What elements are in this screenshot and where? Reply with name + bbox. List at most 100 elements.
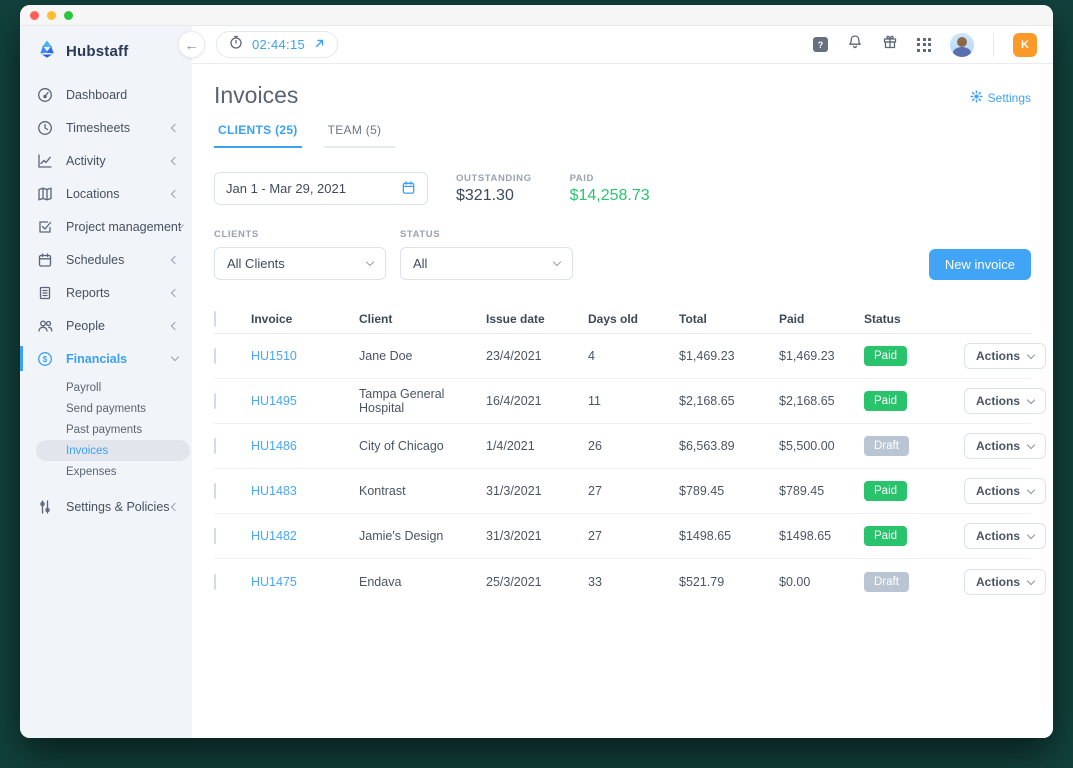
- paid-summary: PAID $14,258.73: [570, 173, 650, 205]
- sidebar-item-schedules[interactable]: Schedules: [20, 243, 192, 276]
- sidebar-item-people[interactable]: People: [20, 309, 192, 342]
- sidebar-item-financials[interactable]: $ Financials: [20, 342, 192, 375]
- table-row: HU1483 Kontrast 31/3/2021 27 $789.45 $78…: [214, 469, 1031, 514]
- gift-icon[interactable]: [882, 34, 898, 55]
- task-check-icon: [37, 219, 53, 235]
- sidebar-subitem-send-payments[interactable]: Send payments: [20, 398, 192, 419]
- new-invoice-button[interactable]: New invoice: [929, 249, 1031, 280]
- invoice-settings-link[interactable]: Settings: [970, 90, 1031, 106]
- brand-logo[interactable]: Hubstaff: [20, 26, 192, 64]
- sidebar-item-locations[interactable]: Locations: [20, 177, 192, 210]
- status-badge: Paid: [864, 391, 907, 411]
- clients-filter: CLIENTS All Clients: [214, 229, 386, 280]
- sidebar-item-settings-policies[interactable]: Settings & Policies: [20, 490, 192, 523]
- invoice-link[interactable]: HU1482: [251, 529, 359, 543]
- chevron-left-icon: [171, 156, 179, 164]
- invoice-link[interactable]: HU1510: [251, 349, 359, 363]
- invoice-link[interactable]: HU1495: [251, 394, 359, 408]
- timer-value: 02:44:15: [252, 37, 305, 52]
- people-icon: [37, 318, 53, 334]
- open-timer-arrow-icon[interactable]: [314, 36, 325, 54]
- invoice-link[interactable]: HU1475: [251, 575, 359, 589]
- row-checkbox[interactable]: [214, 438, 216, 454]
- days-old-cell: 33: [588, 575, 679, 589]
- hubstaff-logo-icon: [36, 38, 58, 65]
- chevron-down-icon: [553, 258, 561, 266]
- page-title: Invoices: [214, 82, 1031, 109]
- apps-grid-icon[interactable]: [917, 38, 931, 52]
- issue-date-cell: 31/3/2021: [486, 529, 588, 543]
- invoice-link[interactable]: HU1483: [251, 484, 359, 498]
- row-checkbox[interactable]: [214, 483, 216, 499]
- invoices-page: Invoices Settings CLIENTS (25) TEAM (5) …: [192, 64, 1053, 738]
- sidebar-subitem-expenses[interactable]: Expenses: [20, 461, 192, 482]
- map-icon: [37, 186, 53, 202]
- sidebar-nav: Dashboard Timesheets Activity: [20, 78, 192, 523]
- table-body: HU1510 Jane Doe 23/4/2021 4 $1,469.23 $1…: [214, 334, 1031, 604]
- invoice-tabs: CLIENTS (25) TEAM (5): [214, 123, 1031, 148]
- sidebar-subitem-past-payments[interactable]: Past payments: [20, 419, 192, 440]
- zoom-window-button[interactable]: [64, 11, 73, 20]
- table-row: HU1510 Jane Doe 23/4/2021 4 $1,469.23 $1…: [214, 334, 1031, 379]
- chevron-left-icon: [171, 321, 179, 329]
- sidebar-item-dashboard[interactable]: Dashboard: [20, 78, 192, 111]
- notifications-bell-icon[interactable]: [847, 34, 863, 55]
- date-range-picker[interactable]: Jan 1 - Mar 29, 2021: [214, 172, 428, 205]
- topbar-divider: [993, 33, 994, 57]
- select-all-checkbox[interactable]: [214, 311, 216, 327]
- actions-button[interactable]: Actions: [964, 388, 1046, 414]
- organization-badge[interactable]: K: [1013, 33, 1037, 57]
- chevron-down-icon: [1027, 531, 1035, 539]
- clients-select[interactable]: All Clients: [214, 247, 386, 280]
- status-badge: Draft: [864, 436, 909, 456]
- chevron-down-icon: [1027, 576, 1035, 584]
- client-cell: Tampa General Hospital: [359, 387, 486, 415]
- paid-cell: $1,469.23: [779, 349, 864, 363]
- row-checkbox[interactable]: [214, 528, 216, 544]
- sidebar-item-timesheets[interactable]: Timesheets: [20, 111, 192, 144]
- days-old-cell: 27: [588, 529, 679, 543]
- invoice-link[interactable]: HU1486: [251, 439, 359, 453]
- tab-team[interactable]: TEAM (5): [324, 123, 396, 148]
- chevron-down-icon: [171, 353, 179, 361]
- status-badge: Draft: [864, 572, 909, 592]
- back-button[interactable]: ←: [178, 31, 205, 58]
- row-checkbox[interactable]: [214, 348, 216, 364]
- user-avatar[interactable]: [950, 33, 974, 57]
- close-window-button[interactable]: [30, 11, 39, 20]
- sliders-icon: [37, 499, 53, 515]
- minimize-window-button[interactable]: [47, 11, 56, 20]
- sidebar-item-project-management[interactable]: Project management: [20, 210, 192, 243]
- sidebar-item-reports[interactable]: Reports: [20, 276, 192, 309]
- calendar-icon: [401, 180, 416, 198]
- actions-button[interactable]: Actions: [964, 523, 1046, 549]
- status-select[interactable]: All: [400, 247, 573, 280]
- table-header-row: Invoice Client Issue date Days old Total…: [214, 304, 1031, 334]
- paid-cell: $2,168.65: [779, 394, 864, 408]
- row-checkbox[interactable]: [214, 393, 216, 409]
- tab-clients[interactable]: CLIENTS (25): [214, 123, 302, 148]
- sidebar-item-activity[interactable]: Activity: [20, 144, 192, 177]
- actions-button[interactable]: Actions: [964, 343, 1046, 369]
- svg-text:$: $: [43, 355, 48, 364]
- paid-cell: $1498.65: [779, 529, 864, 543]
- chevron-left-icon: [171, 502, 179, 510]
- financials-subnav: Payroll Send payments Past payments Invo…: [20, 377, 192, 482]
- chevron-down-icon: [1027, 351, 1035, 359]
- chevron-left-icon: [171, 189, 179, 197]
- sidebar-subitem-payroll[interactable]: Payroll: [20, 377, 192, 398]
- chevron-down-icon: [1027, 486, 1035, 494]
- days-old-cell: 26: [588, 439, 679, 453]
- issue-date-cell: 16/4/2021: [486, 394, 588, 408]
- actions-button[interactable]: Actions: [964, 433, 1046, 459]
- table-row: HU1475 Endava 25/3/2021 33 $521.79 $0.00…: [214, 559, 1031, 604]
- actions-button[interactable]: Actions: [964, 478, 1046, 504]
- actions-button[interactable]: Actions: [964, 569, 1046, 595]
- outstanding-summary: OUTSTANDING $321.30: [456, 173, 532, 205]
- row-checkbox[interactable]: [214, 574, 216, 590]
- total-cell: $2,168.65: [679, 394, 779, 408]
- main-area: ← 02:44:15 ?: [192, 26, 1053, 738]
- help-icon[interactable]: ?: [813, 37, 828, 52]
- sidebar-subitem-invoices[interactable]: Invoices: [20, 440, 192, 461]
- timer-widget[interactable]: 02:44:15: [216, 31, 338, 58]
